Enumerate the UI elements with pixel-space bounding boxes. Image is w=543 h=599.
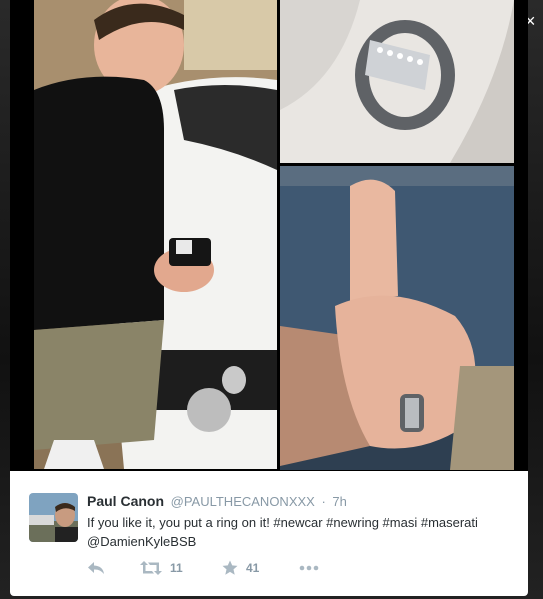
tweet-media-grid[interactable] (10, 0, 528, 471)
more-button[interactable] (299, 559, 319, 577)
tweet-text: If you like it, you put a ring on it! #n… (87, 515, 478, 549)
photo-man-with-car[interactable] (34, 0, 277, 469)
retweet-count: 11 (170, 561, 183, 575)
timestamp-link[interactable]: 7h (332, 494, 346, 509)
reply-button[interactable] (87, 559, 105, 577)
star-icon (222, 560, 238, 575)
retweet-button[interactable]: 11 (140, 559, 183, 577)
like-button[interactable]: 41 (222, 559, 259, 577)
photo-thumbs-up-ring[interactable] (280, 166, 514, 470)
reply-icon (88, 562, 104, 574)
like-count: 41 (246, 561, 260, 575)
user-handle[interactable]: @PAULTHECANONXXX (171, 494, 315, 509)
photo-ring-closeup[interactable] (280, 0, 514, 163)
display-name[interactable]: Paul Canon (87, 493, 164, 509)
more-icon (299, 565, 319, 571)
tweet-card: Paul Canon @PAULTHECANONXXX · 7h If you … (10, 471, 528, 596)
separator-dot: · (321, 494, 326, 509)
tweet-actions: 11 41 (87, 559, 387, 577)
retweet-icon (140, 561, 162, 575)
avatar[interactable] (29, 493, 78, 542)
tweet-header: Paul Canon @PAULTHECANONXXX · 7h (87, 493, 347, 510)
